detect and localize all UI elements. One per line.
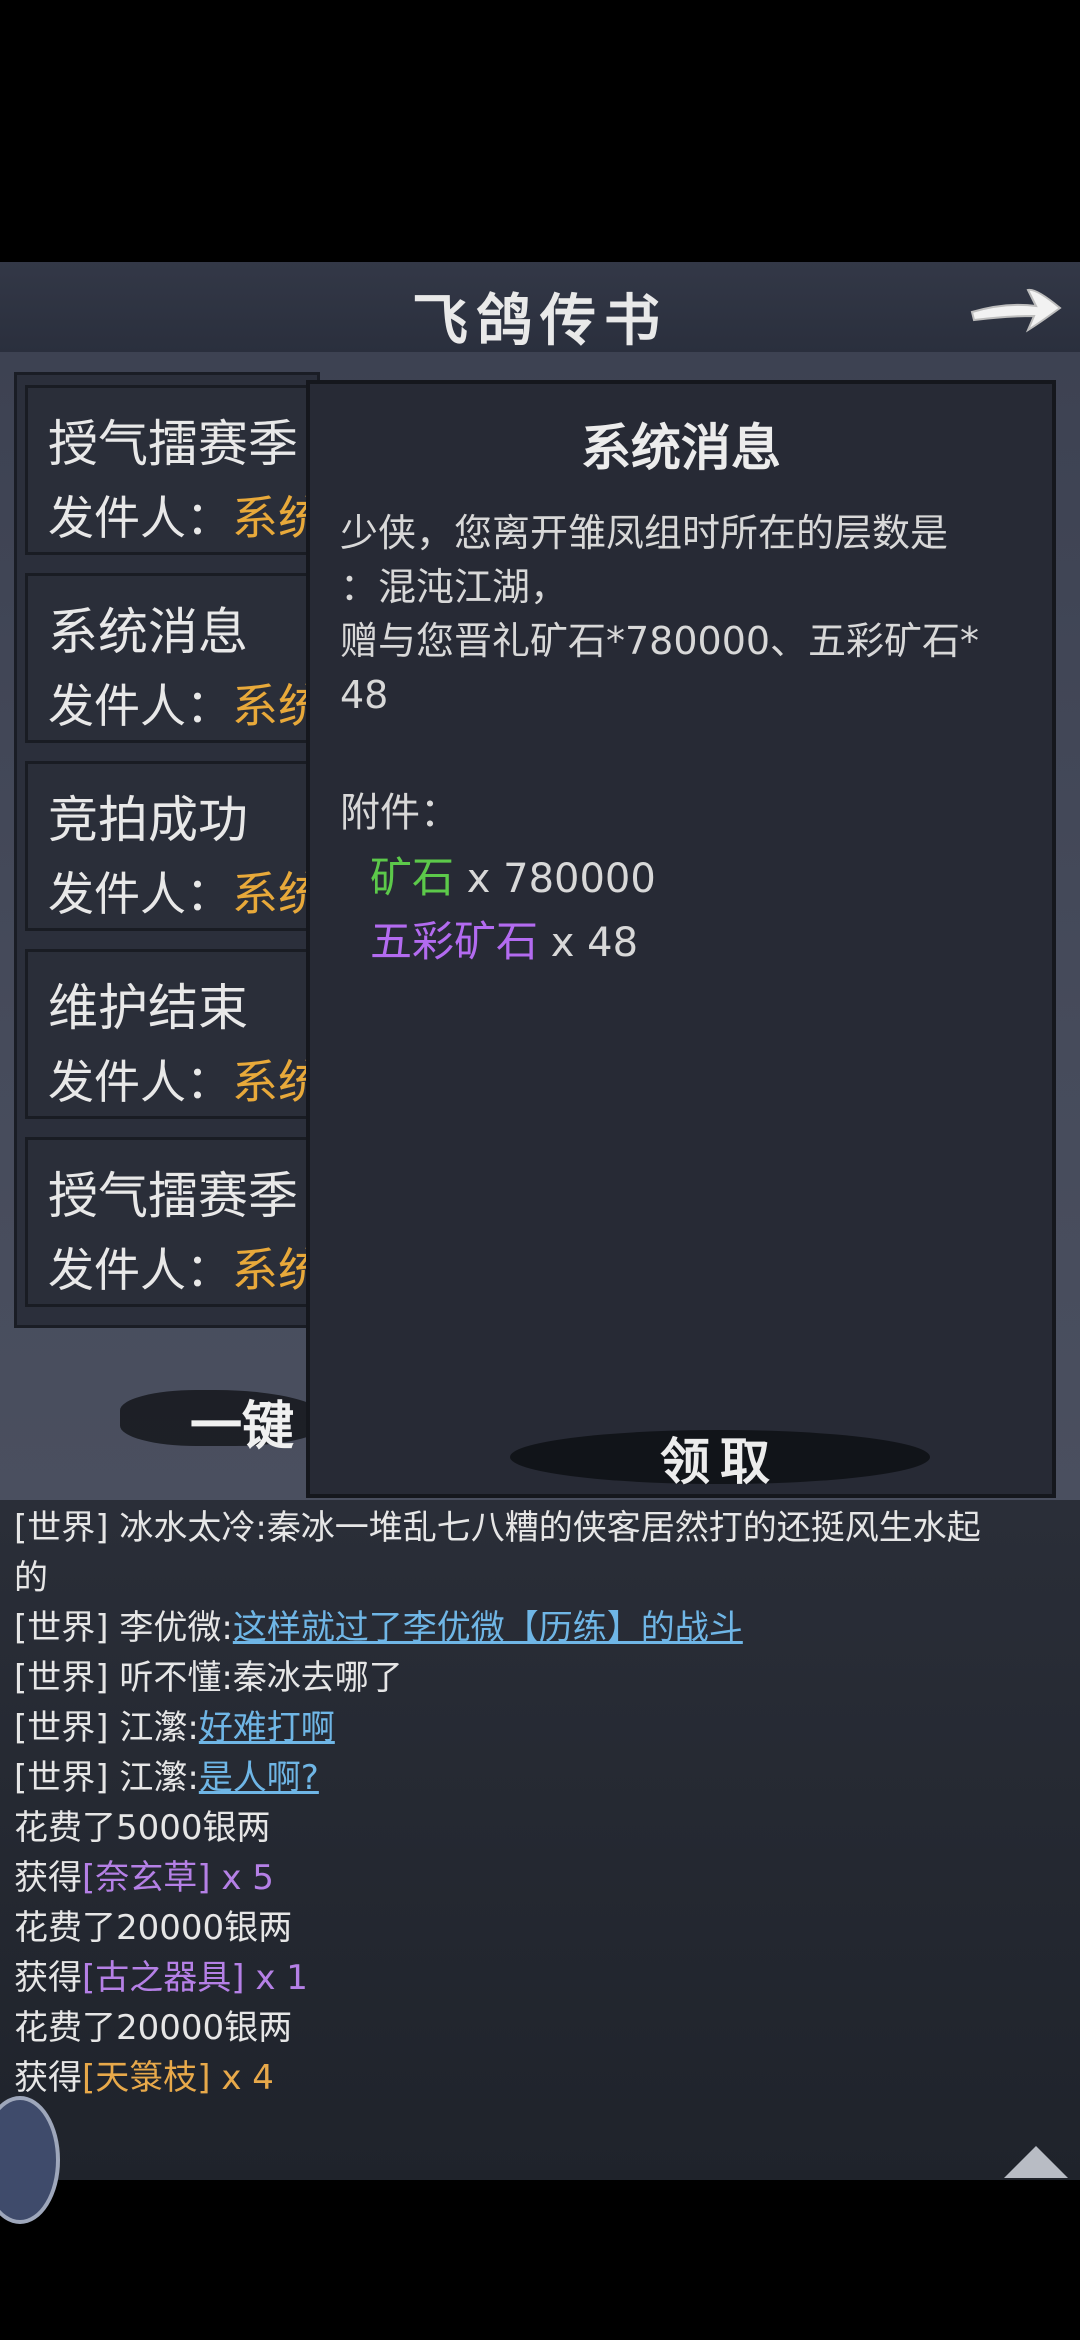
chat-line: [世界] 冰水太冷:秦冰一堆乱七八糟的侠客居然打的还挺风生水起 — [14, 1508, 981, 1548]
mail-item[interactable]: 授气擂赛季 发件人：系统 — [25, 385, 325, 555]
attachment-qty: x 780000 — [466, 856, 656, 902]
mail-item[interactable]: 竞拍成功 发件人：系统 — [25, 761, 325, 931]
chat-line: [世界] 江瀿:好难打啊 — [14, 1708, 335, 1748]
chat-link[interactable]: 这样就过了李优微【历练】的战斗 — [233, 1608, 743, 1648]
chat-link[interactable]: 是人啊? — [199, 1758, 319, 1798]
mail-subject: 授气擂赛季 — [48, 1167, 298, 1225]
arrow-right-icon[interactable] — [966, 272, 1066, 342]
attachment-item[interactable]: 五彩矿石 x 48 — [370, 908, 638, 969]
chat-line: 获得[天箓枝] x 4 — [14, 2058, 274, 2098]
mail-subject: 系统消息 — [48, 603, 248, 661]
mail-sender: 发件人：系统 — [48, 867, 324, 921]
detail-line: 48 — [340, 673, 389, 717]
attachment-item[interactable]: 矿石 x 780000 — [370, 844, 656, 905]
chat-line: [世界] 江瀿:是人啊? — [14, 1758, 319, 1798]
detail-body: 少侠，您离开雏凤组时所在的层数是 ：混沌江湖， 赠与您晋礼矿石*780000、五… — [340, 506, 1040, 722]
attachment-name: 五彩矿石 — [370, 917, 539, 966]
detail-line: 赠与您晋礼矿石*780000、五彩矿石* — [340, 619, 980, 663]
mail-sender: 发件人：系统 — [48, 1055, 324, 1109]
item-link[interactable]: [古之器具] — [82, 1958, 245, 1998]
attachment-qty: x 48 — [550, 920, 639, 966]
mail-sender: 发件人：系统 — [48, 679, 324, 733]
mail-subject: 维护结束 — [48, 979, 248, 1037]
chat-line: 的 — [14, 1558, 48, 1598]
mail-subject: 竞拍成功 — [48, 791, 248, 849]
mail-item[interactable]: 系统消息 发件人：系统 — [25, 573, 325, 743]
mail-list: 授气擂赛季 发件人：系统 系统消息 发件人：系统 竞拍成功 发件人：系统 维护结… — [14, 372, 325, 1328]
mail-subject: 授气擂赛季 — [48, 415, 298, 473]
one-key-button[interactable]: 一键 — [120, 1370, 330, 1457]
page-title: 飞鸽传书 — [412, 288, 668, 354]
chat-link[interactable]: 好难打啊 — [199, 1708, 335, 1748]
chat-line: 花费了20000银两 — [14, 2008, 293, 2048]
header-bar: 飞鸽传书 — [0, 262, 1080, 354]
attachment-name: 矿石 — [370, 853, 455, 902]
detail-title: 系统消息 — [581, 419, 781, 477]
mail-detail-panel: 系统消息 少侠，您离开雏凤组时所在的层数是 ：混沌江湖， 赠与您晋礼矿石*780… — [306, 380, 1056, 1498]
item-link[interactable]: [天箓枝] — [82, 2058, 211, 2098]
receive-label: 领取 — [660, 1432, 780, 1491]
chat-log[interactable]: [世界] 冰水太冷:秦冰一堆乱七八糟的侠客居然打的还挺风生水起 的 [世界] 李… — [0, 1500, 1080, 2180]
attachments-label: 附件： — [340, 790, 460, 836]
chat-line: 获得[古之器具] x 1 — [14, 1958, 308, 1998]
mail-item[interactable]: 维护结束 发件人：系统 — [25, 949, 325, 1119]
mail-sender: 发件人：系统 — [48, 1243, 324, 1297]
chat-line: [世界] 李优微:这样就过了李优微【历练】的战斗 — [14, 1608, 743, 1648]
detail-line: 少侠，您离开雏凤组时所在的层数是 — [340, 511, 949, 555]
chat-line: 获得[奈玄草] x 5 — [14, 1858, 274, 1898]
chat-line: 花费了5000银两 — [14, 1808, 271, 1848]
detail-line: ：混沌江湖， — [340, 565, 569, 609]
chat-line: 花费了20000银两 — [14, 1908, 293, 1948]
triangle-up-icon[interactable] — [1004, 2146, 1068, 2178]
chat-line: [世界] 听不懂:秦冰去哪了 — [14, 1658, 403, 1698]
mail-sender: 发件人：系统 — [48, 491, 324, 545]
mail-item[interactable]: 授气擂赛季 发件人：系统 — [25, 1137, 325, 1307]
receive-button[interactable]: 领取 — [510, 1414, 930, 1492]
one-key-label: 一键 — [190, 1396, 295, 1457]
item-link[interactable]: [奈玄草] — [82, 1858, 211, 1898]
